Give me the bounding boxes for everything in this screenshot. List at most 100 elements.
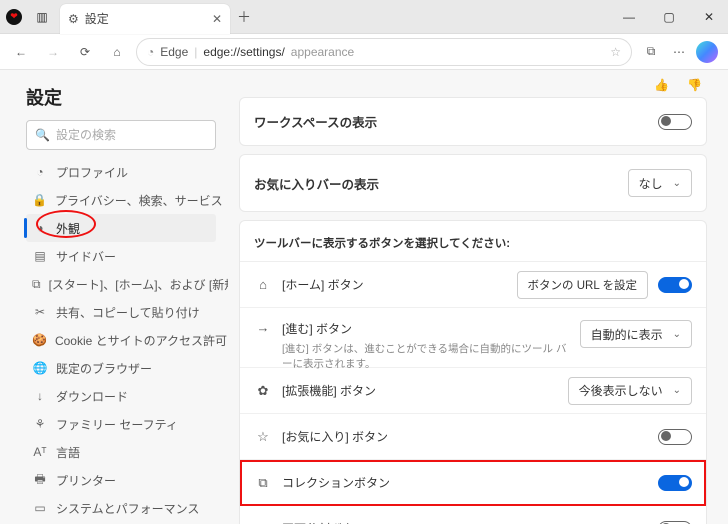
sidebar-item[interactable]: ◑ 外観 [26, 214, 216, 242]
thumbs-up-icon[interactable]: 👍 [654, 78, 669, 92]
sidebar-item-label: プライバシー、検索、サービス [55, 192, 223, 209]
sidebar-item-icon: ↓ [32, 389, 48, 403]
sidebar-item-label: プロファイル [56, 164, 128, 181]
toolbar-option-row: ⌂ [ホーム] ボタンボタンの URL を設定 [240, 262, 706, 308]
sidebar-item-label: 言語 [56, 444, 80, 461]
settings-main: 👍 👎 ワークスペースの表示 お気に入りバーの表示 なし ⌄ ツールバーに表示す… [228, 70, 728, 524]
home-button[interactable]: ⌂ [104, 39, 130, 65]
browser-label: Edge [160, 45, 188, 59]
browser-toolbar: ← → ⟳ ⌂ ◔ Edge | edge://settings/appeara… [0, 34, 728, 70]
sidebar-item-label: サイドバー [56, 248, 116, 265]
workspace-title: ワークスペースの表示 [254, 112, 377, 131]
sidebar-item[interactable]: 🌐既定のブラウザー [26, 354, 216, 382]
sidebar-item-icon: ◔ [32, 165, 48, 179]
sidebar-item-label: システムとパフォーマンス [56, 500, 199, 517]
sidebar-item[interactable]: 🍪Cookie とサイトのアクセス許可 [26, 326, 216, 354]
settings-search[interactable]: 🔍 [26, 120, 216, 150]
row-select[interactable]: 今後表示しない ⌄ [568, 377, 692, 405]
forward-button[interactable]: → [40, 39, 66, 65]
window-minimize-button[interactable]: — [610, 3, 648, 31]
sidebar-item[interactable]: ⚘ファミリー セーフティ [26, 410, 216, 438]
back-button[interactable]: ← [8, 39, 34, 65]
row-toggle[interactable] [658, 277, 692, 293]
toolbar-option-row: ☆[お気に入り] ボタン [240, 414, 706, 460]
toolbar-option-row: ✿ [拡張機能] ボタン 今後表示しない ⌄ [240, 368, 706, 414]
row-select[interactable]: 自動的に表示⌄ [580, 320, 692, 348]
sidebar-item-label: ダウンロード [56, 388, 128, 405]
chevron-down-icon: ⌄ [673, 385, 681, 396]
toolbar-option-row: ◫画面分割ボタン [240, 506, 706, 524]
divider: | [194, 45, 197, 59]
url-main: edge://settings/ [203, 45, 284, 59]
sidebar-item-label: プリンター [56, 472, 116, 489]
close-tab-icon[interactable]: ✕ [212, 12, 222, 26]
site-identity-icon: ◔ [147, 45, 154, 59]
new-tab-button[interactable]: ＋ [230, 7, 258, 27]
search-icon: 🔍 [35, 128, 50, 142]
collections-icon[interactable]: ⧉ [638, 39, 664, 65]
sidebar-item-icon: 🖶 [32, 470, 48, 491]
toolbar-buttons-card: ツールバーに表示するボタンを選択してください: ⌂[ホーム] ボタンボタンの U… [240, 221, 706, 524]
sidebar-item[interactable]: ↓ ダウンロード [26, 382, 216, 410]
favorites-bar-select[interactable]: なし ⌄ [628, 169, 692, 197]
row-label: コレクションボタン [282, 474, 648, 491]
more-menu-button[interactable]: ⋯ [666, 39, 692, 65]
row-toggle[interactable] [658, 521, 692, 524]
sidebar-item-label: 外観 [56, 220, 80, 237]
thumbs-down-icon[interactable]: 👎 [687, 78, 702, 92]
sidebar-item-label: 既定のブラウザー [56, 360, 152, 377]
chevron-down-icon: ⌄ [673, 178, 681, 189]
sidebar-item[interactable]: ◔ プロファイル [26, 158, 216, 186]
sidebar-item-icon: ▤ [32, 249, 48, 263]
sidebar-item-label: ファミリー セーフティ [56, 416, 178, 433]
favorites-bar-title: お気に入りバーの表示 [254, 174, 379, 193]
refresh-button[interactable]: ⟳ [72, 39, 98, 65]
sidebar-item[interactable]: Aᵀ 言語 [26, 438, 216, 466]
url-config-button[interactable]: ボタンの URL を設定 [517, 271, 648, 299]
row-icon: → [254, 320, 272, 335]
sidebar-item-icon: 🔒 [32, 193, 47, 207]
sidebar-item-icon: ◑ [32, 221, 48, 235]
row-label: [ホーム] ボタン [282, 276, 507, 293]
copilot-button[interactable] [694, 39, 720, 65]
sidebar-item-icon: 🍪 [32, 333, 47, 347]
window-maximize-button[interactable]: ▢ [650, 3, 688, 31]
sidebar-item[interactable]: 🖶 プリンター [26, 466, 216, 494]
row-toggle[interactable] [658, 429, 692, 445]
sidebar-item-icon: ✂ [32, 305, 48, 319]
sidebar-item[interactable]: ▤ サイドバー [26, 242, 216, 270]
sidebar-item-label: 共有、コピーして貼り付け [56, 304, 200, 321]
row-hint: [進む] ボタンは、進むことができる場合に自動的にツール バーに表示されます。 [282, 341, 570, 371]
toolbar-option-row: ⧉コレクションボタン [240, 460, 706, 506]
favorites-bar-card: お気に入りバーの表示 なし ⌄ [240, 155, 706, 211]
row-label: [拡張機能] ボタン [282, 382, 558, 399]
row-select-value: 今後表示しない [579, 382, 663, 399]
sidebar-item[interactable]: ⧉[スタート]、[ホーム]、および [新規] タブ [26, 270, 216, 298]
window-close-button[interactable]: ✕ [690, 3, 728, 31]
settings-sidebar: 設定 🔍 ◔プロファイル🔒プライバシー、検索、サービス◑外観▤サイドバー⧉[スタ… [0, 70, 228, 524]
row-icon: ◫ [254, 521, 272, 524]
row-icon: ⌂ [254, 277, 272, 292]
chevron-down-icon: ⌄ [673, 329, 681, 340]
row-icon: ✿ [254, 383, 272, 399]
sidebar-item-label: Cookie とサイトのアクセス許可 [55, 332, 227, 349]
favorites-bar-select-value: なし [639, 175, 663, 192]
url-tail: appearance [291, 45, 354, 59]
browser-tab[interactable]: ⚙ 設定 ✕ [60, 4, 230, 34]
window-titlebar: ▥ ⚙ 設定 ✕ ＋ — ▢ ✕ [0, 0, 728, 34]
row-toggle[interactable] [658, 475, 692, 491]
workspace-toggle[interactable] [658, 114, 692, 130]
sidebar-item-icon: Aᵀ [32, 445, 48, 459]
tab-actions-icon[interactable]: ▥ [28, 3, 56, 31]
sidebar-item-label: [スタート]、[ホーム]、および [新規] タブ [49, 276, 228, 293]
sidebar-item[interactable]: ✂ 共有、コピーして貼り付け [26, 298, 216, 326]
address-bar[interactable]: ◔ Edge | edge://settings/appearance ☆ [136, 38, 632, 66]
sidebar-list: ◔ プロファイル 🔒プライバシー、検索、サービス ◑ 外観 ▤ サイドバー ⧉[スタート]、[… [26, 158, 216, 524]
sidebar-item[interactable]: 🔒プライバシー、検索、サービス [26, 186, 216, 214]
favorite-star-icon[interactable]: ☆ [610, 45, 621, 59]
sidebar-item[interactable]: ▭システムとパフォーマンス [26, 494, 216, 522]
row-label: [お気に入り] ボタン [282, 428, 648, 445]
workspace-card: ワークスペースの表示 [240, 98, 706, 145]
search-input[interactable] [56, 128, 211, 142]
sidebar-item-icon: ⧉ [32, 277, 41, 292]
